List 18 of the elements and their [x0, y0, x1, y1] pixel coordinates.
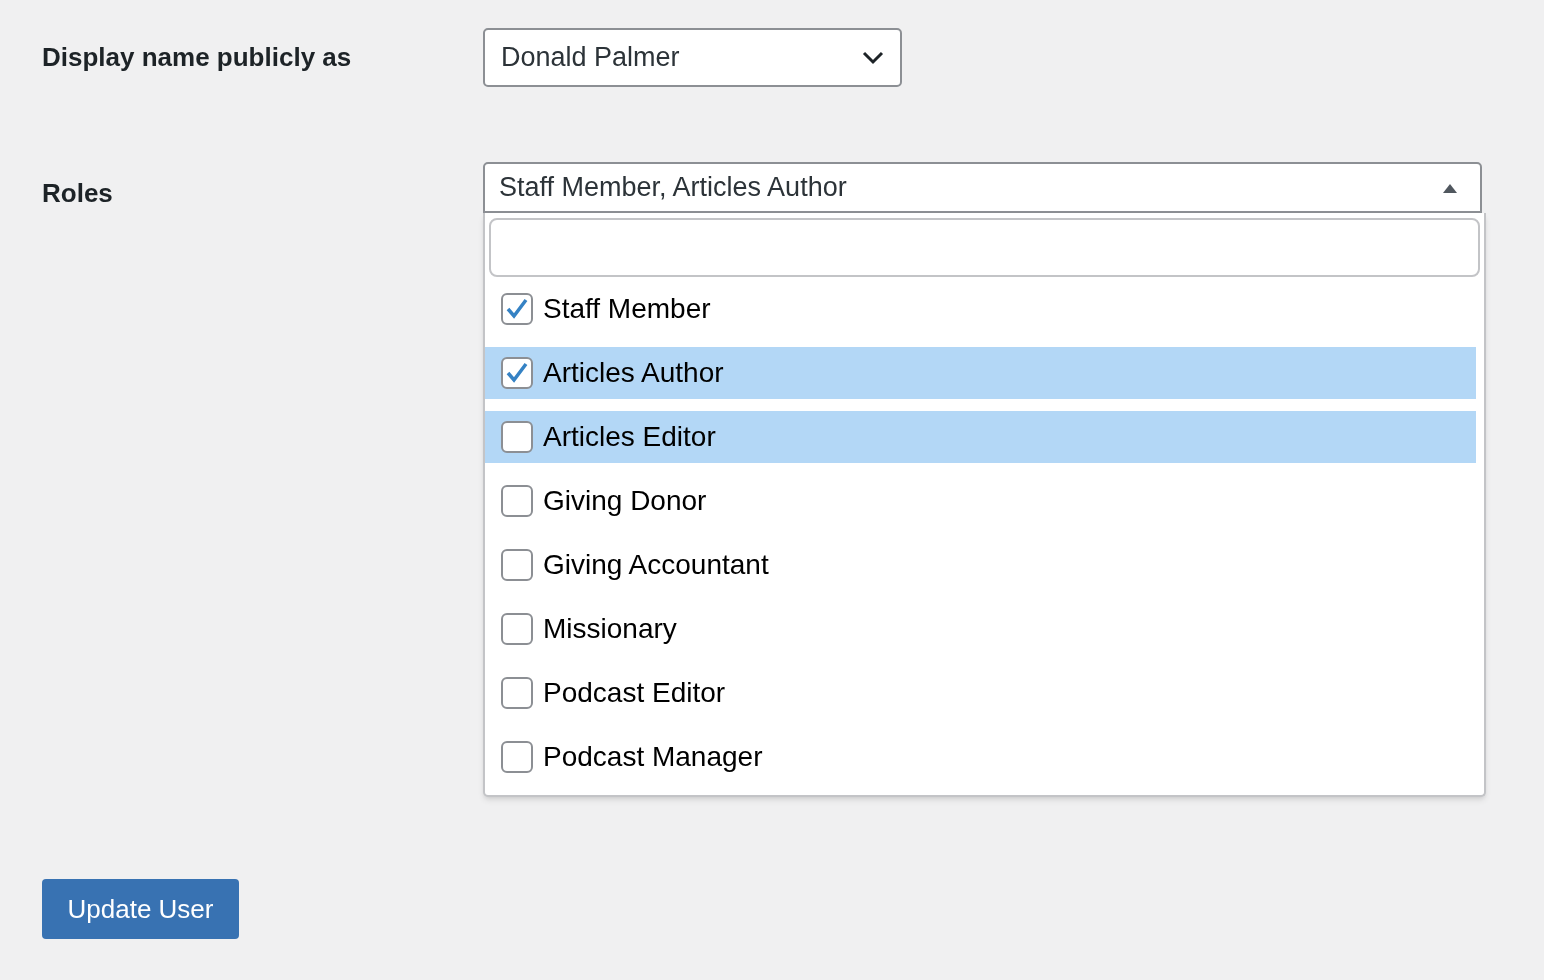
checkbox[interactable] — [501, 485, 533, 517]
checkbox[interactable] — [501, 357, 533, 389]
caret-icon — [1442, 182, 1458, 193]
checkbox[interactable] — [501, 741, 533, 773]
display-name-select[interactable]: Donald Palmer — [483, 28, 902, 87]
checkbox[interactable] — [501, 549, 533, 581]
checkbox[interactable] — [501, 421, 533, 453]
checkbox[interactable] — [501, 677, 533, 709]
search-field[interactable] — [489, 218, 1480, 277]
field-label: Display name publicly as — [42, 42, 352, 72]
role-option[interactable]: Articles Editor — [485, 411, 1476, 463]
update-user-button[interactable]: Update User — [42, 879, 239, 939]
role-option[interactable]: Articles Author — [485, 347, 1476, 399]
chevron-down-icon — [862, 50, 884, 65]
field-label: Roles — [42, 178, 113, 208]
checkbox[interactable] — [501, 293, 533, 325]
checkbox[interactable] — [501, 613, 533, 645]
roles-select[interactable]: Staff Member, Articles Author — [483, 162, 1482, 213]
